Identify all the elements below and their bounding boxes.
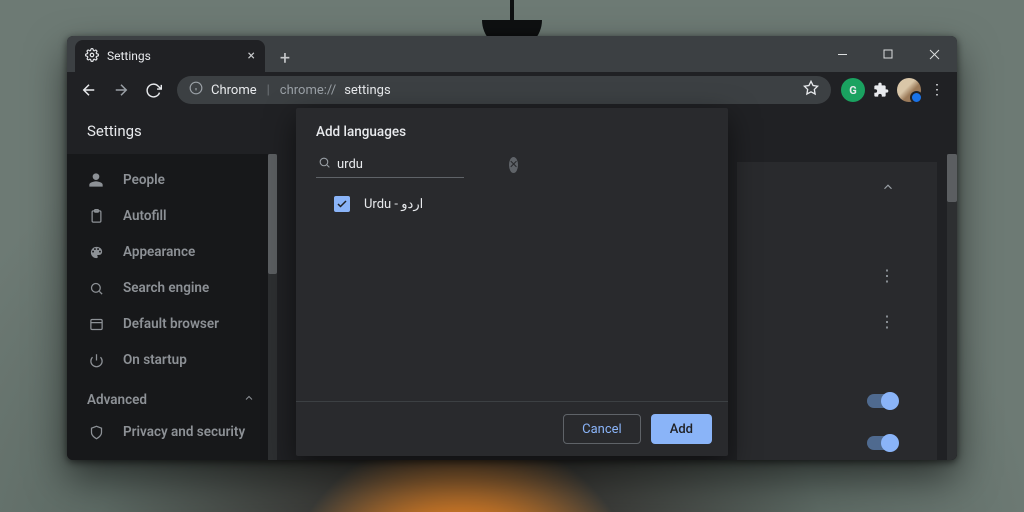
titlebar: Settings × +	[67, 36, 957, 72]
language-result-label: Urdu - اردو	[364, 197, 423, 212]
dialog-actions: Cancel Add	[296, 402, 728, 456]
url-divider: |	[267, 83, 270, 98]
language-more-icon[interactable]: ⋮	[879, 266, 895, 285]
maximize-button[interactable]	[865, 36, 911, 72]
sidebar-item-label: Search engine	[123, 280, 209, 296]
language-card: ⋮ ⋮	[737, 162, 937, 460]
clear-search-icon[interactable]: ✕	[509, 157, 518, 173]
back-button[interactable]	[75, 76, 103, 104]
close-tab-icon[interactable]: ×	[248, 48, 255, 64]
close-window-button[interactable]	[911, 36, 957, 72]
url-path: settings	[344, 83, 390, 98]
extensions-puzzle-icon[interactable]	[869, 78, 893, 102]
url-scheme: Chrome	[211, 83, 257, 98]
settings-content: Settings People Autofill Appearance	[67, 108, 957, 460]
sidebar-item-label: On startup	[123, 352, 187, 368]
minimize-button[interactable]	[819, 36, 865, 72]
chrome-window: Settings × +	[67, 36, 957, 460]
url-prefix: chrome://	[280, 83, 336, 98]
add-languages-dialog: Add languages ✕ Urdu - اردو Cancel	[296, 108, 728, 456]
address-bar[interactable]: Chrome | chrome:// settings	[177, 76, 831, 104]
search-icon	[318, 156, 331, 173]
palette-icon	[87, 245, 105, 260]
clipboard-icon	[87, 209, 105, 224]
main-scrollbar[interactable]	[947, 154, 957, 460]
chevron-up-icon	[243, 392, 255, 408]
tab-title: Settings	[107, 49, 151, 63]
sidebar-item-people[interactable]: People	[67, 162, 277, 198]
sidebar-item-label: Appearance	[123, 244, 195, 260]
sidebar-scrollbar[interactable]	[268, 154, 277, 460]
sidebar-item-default-browser[interactable]: Default browser	[67, 306, 277, 342]
reload-button[interactable]	[139, 76, 167, 104]
gear-icon	[85, 48, 99, 65]
power-icon	[87, 353, 105, 368]
sidebar-scrollbar-thumb[interactable]	[268, 154, 277, 274]
main-scrollbar-thumb[interactable]	[947, 154, 957, 202]
profile-avatar[interactable]	[897, 78, 921, 102]
checkbox-checked-icon[interactable]	[334, 196, 350, 212]
bookmark-star-icon[interactable]	[803, 80, 819, 100]
toolbar: Chrome | chrome:// settings G ⋮	[67, 72, 957, 108]
settings-sidebar: People Autofill Appearance Search engine…	[67, 154, 277, 460]
search-icon	[87, 281, 105, 296]
collapse-caret-icon[interactable]	[881, 180, 895, 197]
sidebar-item-on-startup[interactable]: On startup	[67, 342, 277, 378]
toggle-switch[interactable]	[867, 436, 897, 450]
sidebar-item-label: Default browser	[123, 316, 219, 332]
sidebar-advanced-toggle[interactable]: Advanced	[67, 380, 277, 414]
shield-icon	[87, 425, 105, 440]
sidebar-item-autofill[interactable]: Autofill	[67, 198, 277, 234]
settings-title: Settings	[87, 122, 142, 140]
toggle-switch[interactable]	[867, 394, 897, 408]
browser-window-icon	[87, 317, 105, 332]
language-search[interactable]: ✕	[316, 152, 464, 178]
browser-menu-icon[interactable]: ⋮	[925, 78, 949, 102]
person-icon	[87, 172, 105, 188]
site-info-icon[interactable]	[189, 81, 203, 99]
extension-grammarly-icon[interactable]: G	[841, 78, 865, 102]
language-search-input[interactable]	[337, 157, 503, 172]
sidebar-item-label: People	[123, 172, 165, 188]
sidebar-item-label: Privacy and security	[123, 424, 245, 440]
browser-tab[interactable]: Settings ×	[75, 40, 265, 72]
language-more-icon[interactable]: ⋮	[879, 312, 895, 331]
sidebar-item-appearance[interactable]: Appearance	[67, 234, 277, 270]
add-button[interactable]: Add	[651, 414, 712, 444]
cancel-button[interactable]: Cancel	[563, 414, 641, 444]
sidebar-item-privacy[interactable]: Privacy and security	[67, 414, 277, 450]
advanced-label: Advanced	[87, 392, 147, 408]
window-controls	[819, 36, 957, 72]
dialog-title: Add languages	[296, 108, 728, 152]
sidebar-item-label: Autofill	[123, 208, 167, 224]
sidebar-item-search-engine[interactable]: Search engine	[67, 270, 277, 306]
language-result-row[interactable]: Urdu - اردو	[296, 186, 728, 222]
new-tab-button[interactable]: +	[271, 44, 299, 72]
forward-button[interactable]	[107, 76, 135, 104]
